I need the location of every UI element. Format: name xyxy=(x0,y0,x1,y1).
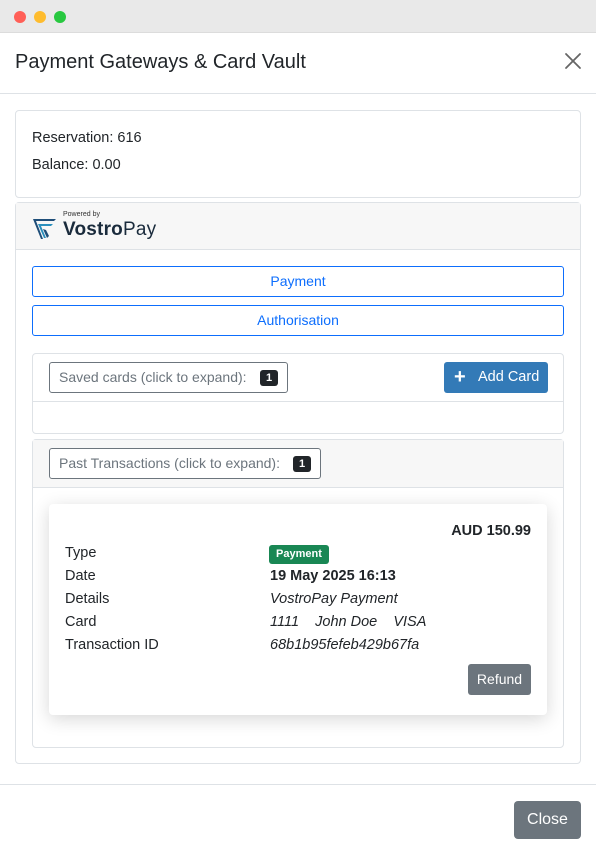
maximize-window-button[interactable] xyxy=(54,11,66,23)
past-transactions-label: Past Transactions (click to expand): xyxy=(59,455,280,471)
saved-cards-count-badge: 1 xyxy=(260,370,278,386)
transaction-id-label: Transaction ID xyxy=(65,637,159,653)
details-value: VostroPay Payment xyxy=(270,591,398,607)
authorisation-button[interactable]: Authorisation xyxy=(32,305,564,336)
modal-footer: Close xyxy=(0,784,596,854)
close-icon[interactable] xyxy=(564,52,582,70)
saved-cards-panel: Saved cards (click to expand): 1 + Add C… xyxy=(32,353,564,434)
modal-title: Payment Gateways & Card Vault xyxy=(15,51,306,73)
vostropay-logo-icon xyxy=(33,219,56,239)
transaction-type-badge: Payment xyxy=(269,545,329,564)
date-value: 19 May 2025 16:13 xyxy=(270,568,396,584)
close-button[interactable]: Close xyxy=(514,801,581,839)
details-label: Details xyxy=(65,591,110,607)
saved-cards-header: Saved cards (click to expand): 1 + Add C… xyxy=(33,354,563,402)
gateway-card: Powered by VostroPay Payment Authorisati… xyxy=(15,202,581,764)
past-transactions-header: Past Transactions (click to expand): 1 xyxy=(33,440,563,488)
card-value: 1111 John Doe VISA xyxy=(270,614,427,630)
transaction-id-value: 68b1b95fefeb429b67fa xyxy=(270,637,420,653)
minimize-window-button[interactable] xyxy=(34,11,46,23)
past-transactions-expander[interactable]: Past Transactions (click to expand): 1 xyxy=(49,448,321,479)
saved-cards-label: Saved cards (click to expand): xyxy=(59,369,247,385)
transaction-amount: AUD 150.99 xyxy=(451,523,531,539)
past-transactions-panel: Past Transactions (click to expand): 1 A… xyxy=(32,439,564,748)
balance-text: Balance: 0.00 xyxy=(32,157,121,173)
brand-part1: Vostro xyxy=(63,219,123,240)
payment-button[interactable]: Payment xyxy=(32,266,564,297)
saved-cards-expander[interactable]: Saved cards (click to expand): 1 xyxy=(49,362,288,393)
refund-button[interactable]: Refund xyxy=(468,664,531,695)
plus-icon: + xyxy=(454,366,466,388)
add-card-label: Add Card xyxy=(478,369,540,385)
date-label: Date xyxy=(65,568,96,584)
brand-part2: Pay xyxy=(122,219,157,240)
modal-header: Payment Gateways & Card Vault xyxy=(0,33,596,94)
window-titlebar xyxy=(0,0,596,33)
transaction-card: AUD 150.99 Type Payment Date 19 May 2025… xyxy=(49,504,547,715)
powered-by-text: Powered by xyxy=(63,211,100,218)
gateway-header: Powered by VostroPay xyxy=(16,203,580,250)
vostropay-logo-text: VostroPay xyxy=(63,219,156,241)
type-label: Type xyxy=(65,545,97,561)
card-label: Card xyxy=(65,614,97,630)
reservation-info-box: Reservation: 616 Balance: 0.00 xyxy=(15,110,581,198)
past-transactions-count-badge: 1 xyxy=(293,456,311,472)
close-window-button[interactable] xyxy=(14,11,26,23)
add-card-button[interactable]: + Add Card xyxy=(444,362,548,393)
reservation-text: Reservation: 616 xyxy=(32,130,142,146)
